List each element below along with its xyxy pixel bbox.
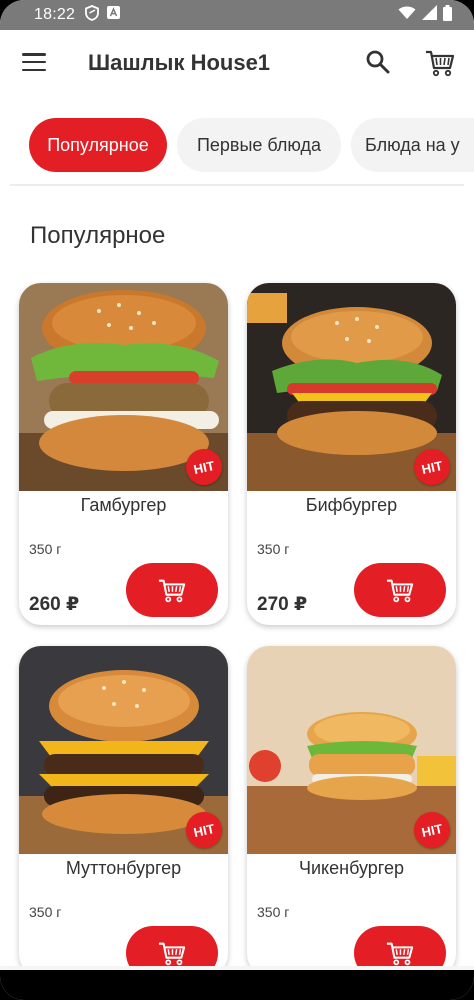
product-name: Муттонбургер <box>65 858 182 878</box>
battery-icon <box>443 4 452 26</box>
cart-icon <box>158 942 186 966</box>
product-weight: 350 г <box>29 904 62 920</box>
app-screen: 18:22 Шашлык House1 Популярное Первые бл… <box>0 0 474 1000</box>
cart-icon <box>158 579 186 603</box>
divider <box>10 184 464 186</box>
product-price: 270 ₽ <box>257 594 308 615</box>
status-bar: 18:22 <box>0 0 474 30</box>
search-icon[interactable] <box>364 48 392 76</box>
category-chip-popular[interactable]: Популярное <box>29 118 167 172</box>
product-name: Гамбургер <box>80 495 167 515</box>
status-right-icons <box>398 4 452 26</box>
menu-icon[interactable] <box>20 50 48 74</box>
signal-icon <box>422 5 437 25</box>
status-time: 18:22 <box>34 6 76 23</box>
product-weight: 350 г <box>29 541 62 557</box>
product-card[interactable]: HIT Муттонбургер 350 г <box>19 646 228 976</box>
product-name: Чикенбургер <box>299 858 404 878</box>
a-notification-icon <box>107 6 121 24</box>
add-to-cart-button[interactable] <box>126 563 218 617</box>
product-price: 260 ₽ <box>29 594 80 615</box>
section-title: Популярное <box>30 222 166 249</box>
cart-icon <box>386 579 414 603</box>
product-card[interactable]: HIT Гамбургер 350 г 260 ₽ <box>19 283 228 625</box>
category-chip-first-courses[interactable]: Первые блюда <box>177 118 341 172</box>
category-chips: Популярное Первые блюда Блюда на у <box>0 112 474 178</box>
app-bar: Шашлык House1 <box>0 30 474 96</box>
wifi-icon <box>398 6 416 25</box>
status-left-icons <box>85 4 121 26</box>
add-to-cart-button[interactable] <box>354 563 446 617</box>
category-chip-third[interactable]: Блюда на у <box>351 118 474 172</box>
navigation-bar <box>0 970 474 1000</box>
shield-icon <box>85 4 99 26</box>
product-weight: 350 г <box>257 904 290 920</box>
product-weight: 350 г <box>257 541 290 557</box>
product-name: Бифбургер <box>305 495 398 515</box>
product-card[interactable]: HIT Бифбургер 350 г 270 ₽ <box>247 283 456 625</box>
cart-icon <box>386 942 414 966</box>
app-title: Шашлык House1 <box>88 50 271 75</box>
cart-icon[interactable] <box>424 46 456 78</box>
product-card[interactable]: HIT Чикенбургер 350 г <box>247 646 456 976</box>
